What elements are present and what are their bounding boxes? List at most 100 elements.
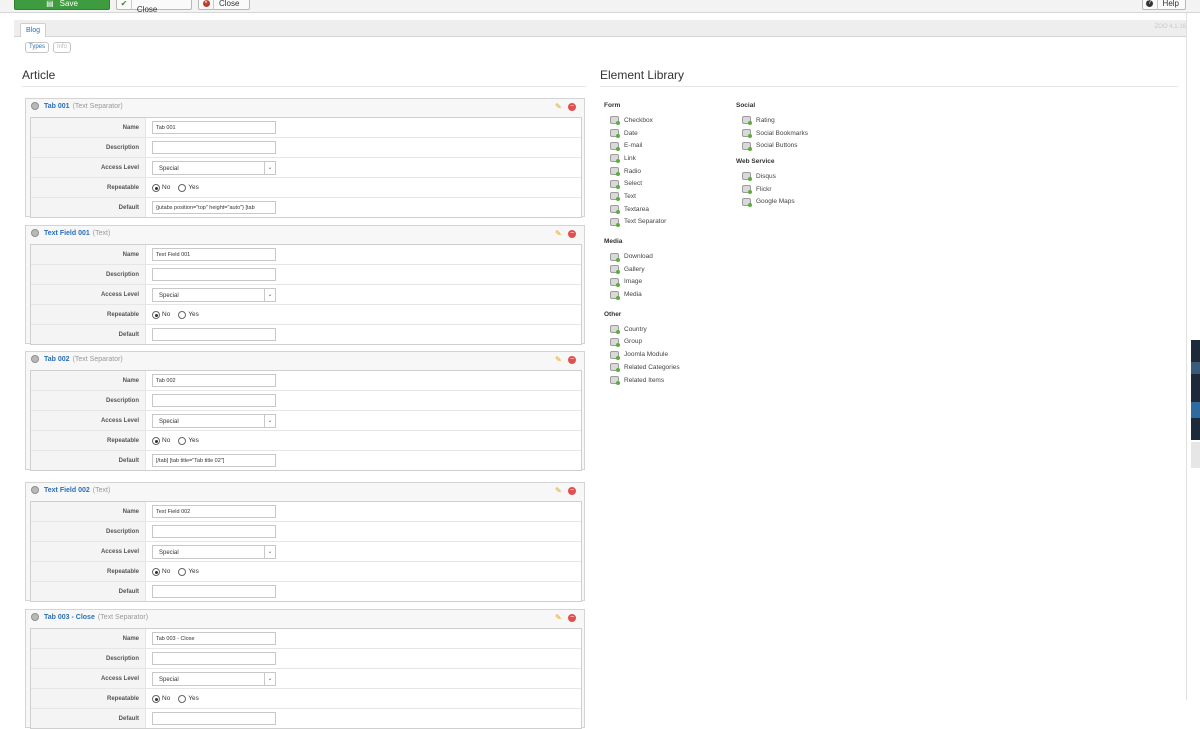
library-item[interactable]: Related Categories [604, 361, 680, 374]
chevron-down-icon: ⌄ [264, 161, 275, 174]
library-item-label: Disqus [756, 172, 776, 180]
help-button[interactable]: ? Help [1142, 0, 1186, 10]
library-item[interactable]: Media [604, 288, 680, 301]
access-level-select[interactable]: Special ⌄ [152, 544, 276, 559]
library-item[interactable]: Google Maps [736, 195, 808, 208]
library-item[interactable]: Date [604, 127, 680, 140]
library-item[interactable]: Text [604, 190, 680, 203]
types-tab[interactable]: Types [25, 42, 50, 53]
access-level-select[interactable]: Special ⌄ [152, 413, 276, 428]
default-input[interactable] [152, 328, 276, 341]
library-item[interactable]: Country [604, 323, 680, 336]
element-add-icon [610, 290, 620, 300]
description-input[interactable] [152, 268, 276, 281]
element-add-icon [610, 116, 620, 126]
delete-icon[interactable]: − [568, 487, 576, 495]
default-input[interactable] [152, 712, 276, 725]
webservice-items: Disqus Flickr Google Maps [736, 170, 808, 208]
scrollbar-track[interactable] [1186, 13, 1187, 700]
save-button[interactable]: ▤ Save [14, 0, 110, 10]
repeatable-yes-radio[interactable] [178, 310, 187, 319]
description-label: Description [31, 138, 146, 157]
library-item[interactable]: Download [604, 250, 680, 263]
field-row-access: Access Level Special ⌄ [31, 158, 581, 178]
element-header[interactable]: Text Field 002 (Text) ✎ − [26, 483, 584, 497]
library-item[interactable]: E-mail [604, 139, 680, 152]
access-level-label: Access Level [31, 542, 146, 561]
default-input[interactable]: {jutabs position="top" height="auto"} [t… [152, 201, 276, 214]
library-item[interactable]: Image [604, 276, 680, 289]
save-close-button[interactable]: ✔ Save & Close [116, 0, 192, 14]
pencil-icon[interactable]: ✎ [555, 355, 564, 364]
library-item[interactable]: Group [604, 336, 680, 349]
pencil-icon[interactable]: ✎ [555, 486, 564, 495]
library-item[interactable]: Gallery [604, 263, 680, 276]
access-level-select[interactable]: Special ⌄ [152, 671, 276, 686]
help-label: Help [1162, 0, 1179, 8]
element-header[interactable]: Tab 003 - Close (Text Separator) ✎ − [26, 610, 584, 624]
library-item[interactable]: Radio [604, 165, 680, 178]
element-header[interactable]: Tab 002 (Text Separator) ✎ − [26, 352, 584, 366]
element-header[interactable]: Text Field 001 (Text) ✎ − [26, 226, 584, 240]
field-row-name: Name Text Field 001 [31, 245, 581, 265]
library-item[interactable]: Textarea [604, 203, 680, 216]
check-icon: ✔ [117, 0, 132, 10]
delete-icon[interactable]: − [568, 356, 576, 364]
default-input[interactable]: [/tab] [tab title="Tab title 02"] [152, 454, 276, 467]
library-item[interactable]: Social Bookmarks [736, 127, 808, 140]
close-button[interactable]: × Close [198, 0, 250, 10]
element-name: Text Field 001 [44, 229, 90, 237]
repeatable-no-label: No [162, 311, 171, 318]
description-input[interactable] [152, 525, 276, 538]
element-fields: Name Tab 001 Description Access Level Sp… [30, 117, 582, 218]
library-item[interactable]: Rating [736, 114, 808, 127]
library-item[interactable]: Text Separator [604, 216, 680, 229]
delete-icon[interactable]: − [568, 103, 576, 111]
library-item-label: Date [624, 129, 638, 137]
repeatable-yes-radio[interactable] [178, 436, 187, 445]
library-item[interactable]: Joomla Module [604, 348, 680, 361]
name-input[interactable]: Tab 001 [152, 121, 276, 134]
repeatable-yes-radio[interactable] [178, 183, 187, 192]
library-item-label: E-mail [624, 142, 643, 150]
element-add-icon [610, 376, 620, 386]
name-input[interactable]: Text Field 002 [152, 505, 276, 518]
chevron-down-icon: ⌄ [264, 414, 275, 427]
close-label: Close [219, 0, 240, 8]
library-item[interactable]: Disqus [736, 170, 808, 183]
library-item-label: Group [624, 338, 643, 346]
repeatable-yes-radio[interactable] [178, 567, 187, 576]
access-level-select[interactable]: Special ⌄ [152, 160, 276, 175]
description-input[interactable] [152, 394, 276, 407]
library-item[interactable]: Flickr [736, 183, 808, 196]
divider [600, 86, 1178, 87]
name-input[interactable]: Text Field 001 [152, 248, 276, 261]
repeatable-no-radio[interactable] [152, 567, 160, 576]
default-input[interactable] [152, 585, 276, 598]
tab-blog[interactable]: Blog [20, 23, 47, 37]
delete-icon[interactable]: − [568, 230, 576, 238]
repeatable-yes-radio[interactable] [178, 694, 187, 703]
library-column-right: Social Rating Social Bookmarks Social Butt… [736, 102, 808, 208]
pencil-icon[interactable]: ✎ [555, 613, 564, 622]
library-item[interactable]: Checkbox [604, 114, 680, 127]
name-input[interactable]: Tab 003 - Close [152, 632, 276, 645]
repeatable-no-radio[interactable] [152, 310, 160, 319]
repeatable-no-radio[interactable] [152, 694, 160, 703]
library-item[interactable]: Link [604, 152, 680, 165]
library-item[interactable]: Select [604, 177, 680, 190]
library-item[interactable]: Related Items [604, 374, 680, 387]
pencil-icon[interactable]: ✎ [555, 102, 564, 111]
element-header[interactable]: Tab 001 (Text Separator) ✎ − [26, 99, 584, 113]
library-item[interactable]: Social Buttons [736, 139, 808, 152]
repeatable-no-radio[interactable] [152, 436, 160, 445]
delete-icon[interactable]: − [568, 614, 576, 622]
access-level-select[interactable]: Special ⌄ [152, 287, 276, 302]
pencil-icon[interactable]: ✎ [555, 229, 564, 238]
description-input[interactable] [152, 141, 276, 154]
repeatable-no-radio[interactable] [152, 183, 160, 192]
description-input[interactable] [152, 652, 276, 665]
name-input[interactable]: Tab 002 [152, 374, 276, 387]
info-tab[interactable]: Info [53, 42, 72, 53]
repeatable-label: Repeatable [31, 305, 146, 324]
